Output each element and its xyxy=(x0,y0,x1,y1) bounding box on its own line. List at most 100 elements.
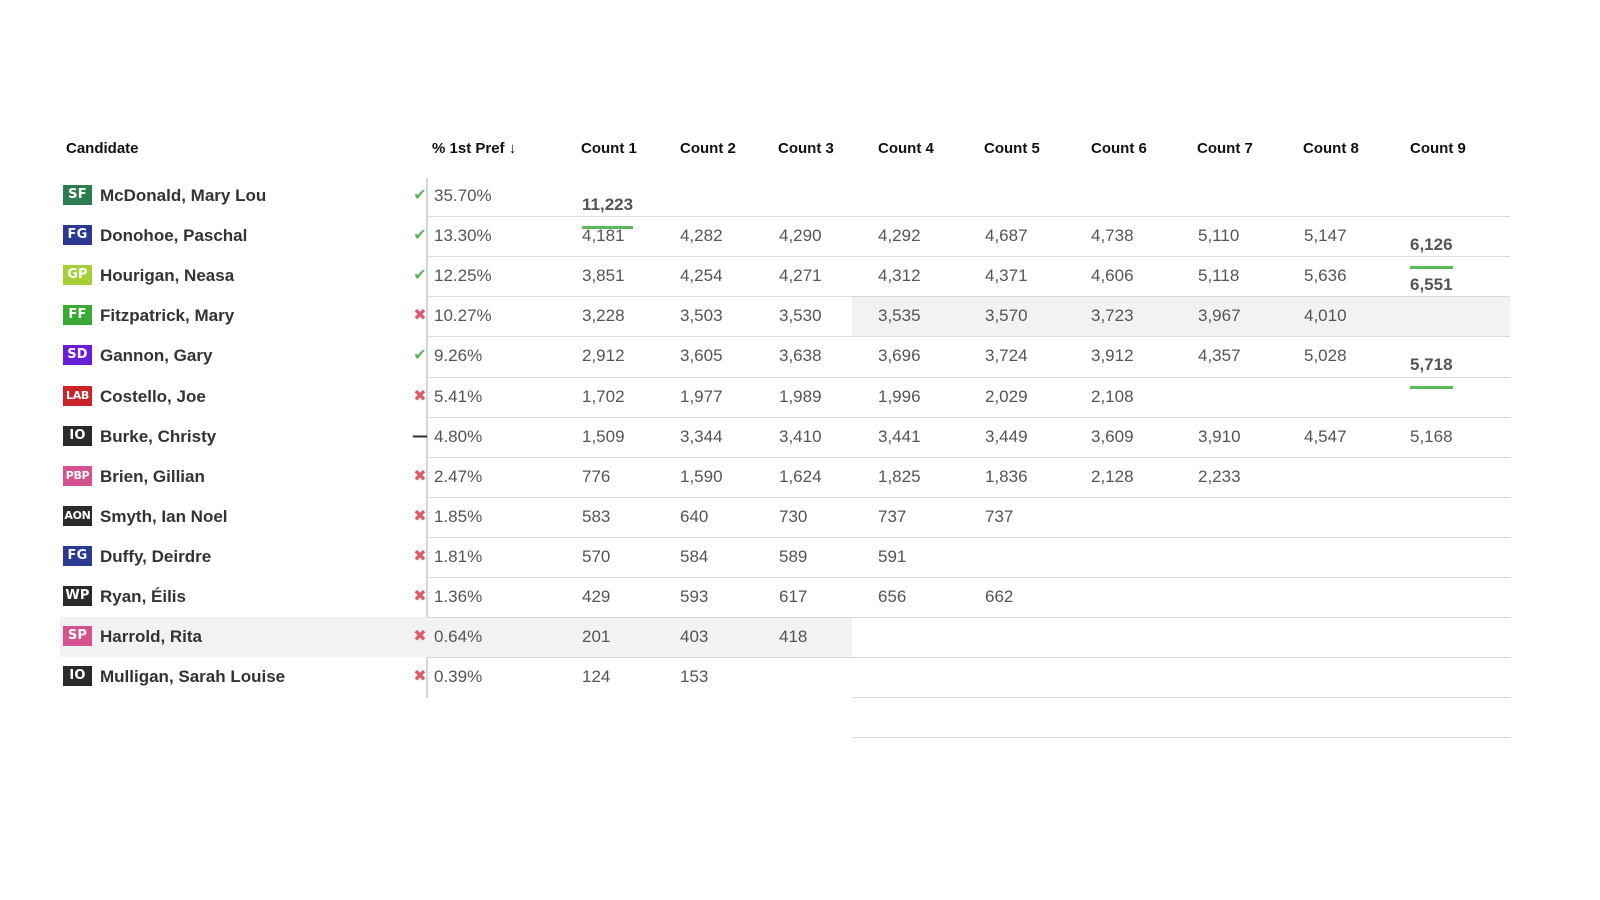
candidate-name[interactable]: Gannon, Gary xyxy=(100,336,212,376)
check-icon: ✔ xyxy=(413,265,427,285)
count-value: 589 xyxy=(779,546,808,566)
count-value: 4,010 xyxy=(1304,306,1347,326)
cross-icon: ✖ xyxy=(413,626,427,646)
row-divider xyxy=(428,657,852,658)
first-pref-percent: 2.47% xyxy=(434,466,483,486)
cross-icon: ✖ xyxy=(413,505,427,525)
count-value: 2,233 xyxy=(1198,466,1241,486)
table-row[interactable]: AON Smyth, Ian Noel ✖ 1.85% 583 640 730 737 737 xyxy=(0,497,1600,537)
party-badge: IO xyxy=(63,425,92,446)
header-first-pref-sorted[interactable]: % 1st Pref ↓ xyxy=(432,140,516,157)
count-value: 617 xyxy=(779,587,808,606)
first-pref-percent: 10.27% xyxy=(434,306,492,326)
table-row[interactable]: SP Harrold, Rita ✖ 0.64% 201 403 418 xyxy=(0,617,1600,658)
count-value: 5,118 xyxy=(1198,266,1240,286)
first-pref-percent: 1.36% xyxy=(434,587,483,606)
count-value: 1,836 xyxy=(985,466,1028,486)
count-value: 3,723 xyxy=(1091,306,1134,326)
row-divider xyxy=(428,617,852,618)
count-value: 1,509 xyxy=(582,426,625,446)
row-divider xyxy=(428,497,852,498)
candidate-name[interactable]: Ryan, Éilis xyxy=(100,577,186,617)
count-value: 640 xyxy=(680,506,709,526)
first-pref-percent: 13.30% xyxy=(434,226,492,246)
count-value: 656 xyxy=(878,587,907,606)
table-row[interactable]: IO Burke, Christy — 4.80% 1,509 3,344 3,410 3,4… xyxy=(0,417,1600,457)
party-badge: FF xyxy=(63,305,92,326)
header-count-6[interactable]: Count 6 xyxy=(1091,140,1147,157)
table-row[interactable]: GP Hourigan, Neasa ✔ 12.25% 3,851 4,254 4,271 4… xyxy=(0,256,1600,310)
table-row[interactable]: SD Gannon, Gary ✔ 9.26% 2,912 3,605 3,638 3,696… xyxy=(0,336,1600,390)
row-divider xyxy=(852,497,1510,498)
count-value: 3,530 xyxy=(779,306,822,326)
table-row[interactable]: PBP Brien, Gillian ✖ 2.47% 776 1,590 1,624 1,82… xyxy=(0,457,1600,497)
table-row[interactable]: IO Mulligan, Sarah Louise ✖ 0.39% 124 153 xyxy=(0,657,1600,697)
election-count-table: Candidate % 1st Pref ↓ Count 1 Count 2 Cou… xyxy=(0,0,1600,900)
count-value: 1,825 xyxy=(878,466,921,486)
count-value: 3,967 xyxy=(1198,306,1241,326)
count-value: 3,441 xyxy=(878,426,921,446)
count-value: 124 xyxy=(582,667,611,687)
count-value: 4,292 xyxy=(878,226,921,246)
count-value: 5,147 xyxy=(1304,226,1347,246)
candidate-name[interactable]: Mulligan, Sarah Louise xyxy=(100,657,285,697)
count-value: 3,910 xyxy=(1198,426,1241,446)
count-value: 3,724 xyxy=(985,346,1028,366)
header-count-3[interactable]: Count 3 xyxy=(778,140,834,157)
count-value: 737 xyxy=(985,506,1014,526)
row-divider xyxy=(852,737,1510,738)
row-divider xyxy=(852,377,1510,378)
table-row[interactable]: SF McDonald, Mary Lou ✔ 35.70% 11,223 xyxy=(0,176,1600,229)
count-value: 3,609 xyxy=(1091,426,1134,446)
header-count-1[interactable]: Count 1 xyxy=(581,140,637,157)
header-count-9[interactable]: Count 9 xyxy=(1410,140,1466,157)
count-value: 662 xyxy=(985,587,1014,606)
candidate-name[interactable]: Fitzpatrick, Mary xyxy=(100,296,234,336)
candidate-name[interactable]: Donohoe, Paschal xyxy=(100,216,247,256)
table-row[interactable]: WP Ryan, Éilis ✖ 1.36% 429 593 617 656 662 xyxy=(0,577,1600,617)
header-count-4[interactable]: Count 4 xyxy=(878,140,934,157)
row-divider xyxy=(428,336,852,337)
check-icon: ✔ xyxy=(413,185,427,204)
candidate-name[interactable]: Burke, Christy xyxy=(100,417,216,457)
candidate-name[interactable]: Smyth, Ian Noel xyxy=(100,497,228,537)
count-value: 2,108 xyxy=(1091,386,1134,406)
party-badge: AON xyxy=(63,505,92,526)
candidate-name[interactable]: Duffy, Deirdre xyxy=(100,537,211,577)
header-count-2[interactable]: Count 2 xyxy=(680,140,736,157)
count-value: 3,503 xyxy=(680,306,723,326)
table-row[interactable]: FG Donohoe, Paschal ✔ 13.30% 4,181 4,282 4,290… xyxy=(0,216,1600,270)
party-badge: SP xyxy=(63,626,92,647)
row-divider xyxy=(852,457,1510,458)
table-row[interactable]: FF Fitzpatrick, Mary ✖ 10.27% 3,228 3,503 3,53… xyxy=(0,296,1600,337)
count-value: 1,977 xyxy=(680,386,723,406)
count-value: 1,590 xyxy=(680,466,723,486)
table-row[interactable]: FG Duffy, Deirdre ✖ 1.81% 570 584 589 591 xyxy=(0,537,1600,577)
candidate-name[interactable]: Harrold, Rita xyxy=(100,617,202,657)
count-value: 584 xyxy=(680,546,709,566)
count-value: 4,606 xyxy=(1091,266,1134,286)
row-divider xyxy=(428,417,852,418)
candidate-name[interactable]: Brien, Gillian xyxy=(100,457,205,497)
candidate-name[interactable]: Costello, Joe xyxy=(100,377,206,417)
count-value: 5,168 xyxy=(1410,426,1453,446)
count-value: 4,282 xyxy=(680,226,723,246)
table-row[interactable]: LAB Costello, Joe ✖ 5.41% 1,702 1,977 1,989 1,9… xyxy=(0,377,1600,417)
header-count-5[interactable]: Count 5 xyxy=(984,140,1040,157)
count-value: 4,254 xyxy=(680,266,723,286)
candidate-name[interactable]: McDonald, Mary Lou xyxy=(100,176,266,216)
count-value: 4,371 xyxy=(985,266,1028,286)
header-candidate[interactable]: Candidate xyxy=(66,140,139,157)
dash-icon: — xyxy=(412,425,428,445)
count-value: 1,624 xyxy=(779,466,822,486)
header-count-7[interactable]: Count 7 xyxy=(1197,140,1253,157)
count-value: 418 xyxy=(779,627,808,647)
party-badge: GP xyxy=(63,265,92,286)
party-badge: LAB xyxy=(63,385,92,406)
count-value: 730 xyxy=(779,506,808,526)
candidate-name[interactable]: Hourigan, Neasa xyxy=(100,256,234,296)
count-value: 3,696 xyxy=(878,346,921,366)
row-divider xyxy=(428,216,852,217)
header-count-8[interactable]: Count 8 xyxy=(1303,140,1359,157)
count-value: 5,028 xyxy=(1304,346,1347,366)
